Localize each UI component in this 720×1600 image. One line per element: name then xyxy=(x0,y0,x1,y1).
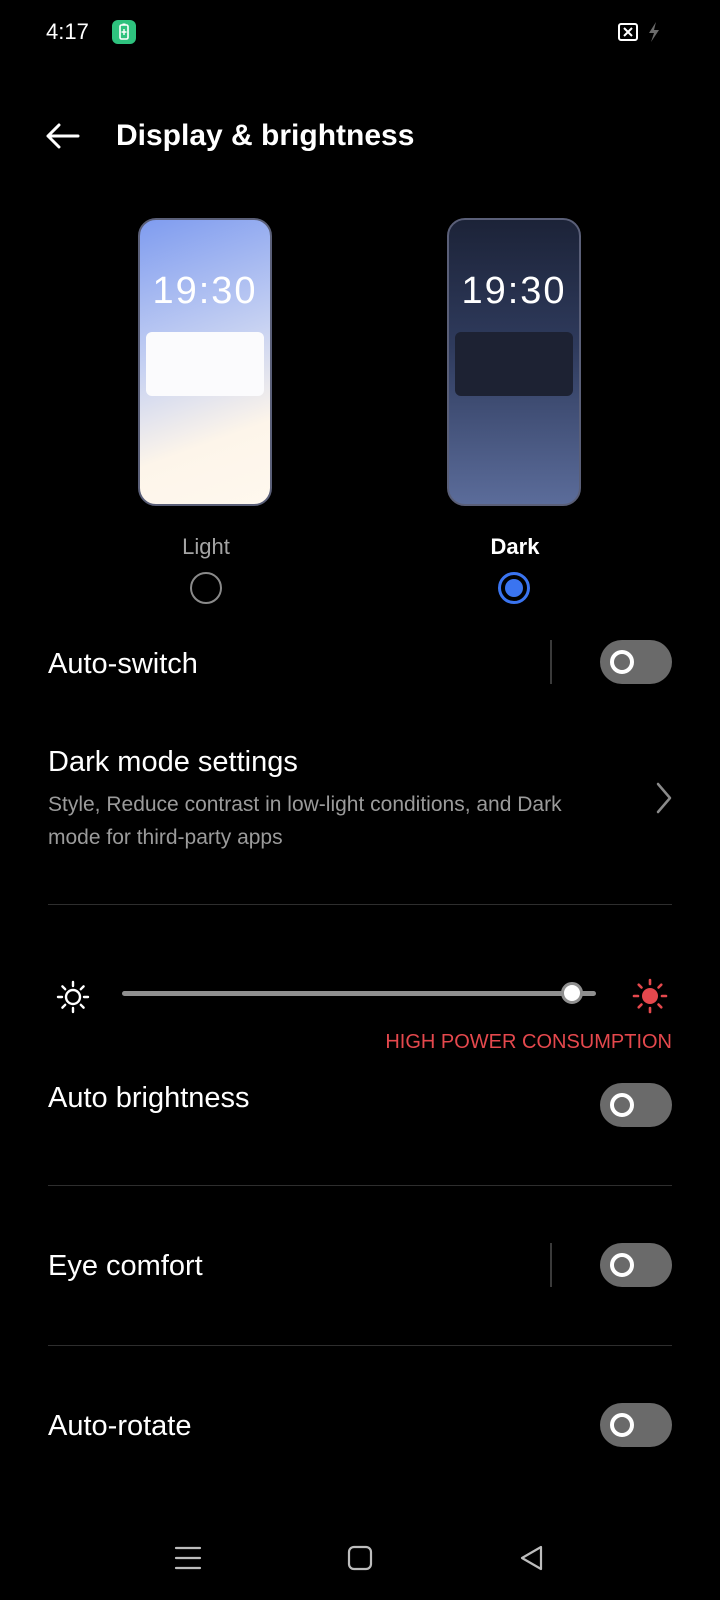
status-right-icons xyxy=(616,20,666,44)
eye-comfort-divider xyxy=(550,1243,552,1287)
section-divider xyxy=(48,1185,672,1186)
brightness-low-icon xyxy=(56,980,90,1014)
auto-switch-label: Auto-switch xyxy=(48,648,198,680)
brightness-slider-thumb[interactable] xyxy=(561,982,584,1004)
back-triangle-icon xyxy=(520,1545,543,1571)
light-preview-clock: 19:30 xyxy=(152,270,258,312)
toggle-knob xyxy=(610,1253,634,1277)
toggle-knob xyxy=(610,650,634,674)
dark-theme-label: Dark xyxy=(490,534,540,559)
chevron-right-icon[interactable] xyxy=(652,780,676,816)
toggle-knob xyxy=(610,1413,634,1437)
section-divider xyxy=(48,1345,672,1346)
menu-button[interactable] xyxy=(166,1536,210,1580)
auto-rotate-toggle[interactable] xyxy=(600,1403,672,1447)
light-theme-preview[interactable]: 19:30 xyxy=(138,218,272,506)
nav-back-button[interactable] xyxy=(510,1536,554,1580)
home-icon xyxy=(347,1545,373,1571)
close-box-icon xyxy=(618,23,638,41)
brightness-slider-track[interactable] xyxy=(122,991,596,996)
brightness-high-icon xyxy=(632,978,668,1014)
auto-switch-divider xyxy=(550,640,552,684)
eye-comfort-toggle[interactable] xyxy=(600,1243,672,1287)
light-preview-card xyxy=(146,332,264,396)
dark-mode-settings-title[interactable]: Dark mode settings xyxy=(48,742,298,782)
auto-rotate-label: Auto-rotate xyxy=(48,1410,192,1442)
toggle-knob xyxy=(610,1093,634,1117)
battery-saver-icon xyxy=(112,20,136,44)
status-time: 4:17 xyxy=(46,19,89,44)
auto-brightness-label: Auto brightness xyxy=(48,1082,250,1114)
power-warning-text: HIGH POWER CONSUMPTION xyxy=(385,1031,672,1053)
dark-preview-card xyxy=(455,332,573,396)
light-theme-label: Light xyxy=(182,534,230,559)
section-divider xyxy=(48,904,672,905)
menu-icon xyxy=(174,1546,202,1570)
dark-mode-settings-subtitle: Style, Reduce contrast in low-light cond… xyxy=(48,793,562,849)
page-title: Display & brightness xyxy=(116,119,415,152)
eye-comfort-label: Eye comfort xyxy=(48,1250,203,1282)
charging-bolt-icon xyxy=(649,22,659,42)
light-theme-radio[interactable] xyxy=(190,572,222,604)
back-arrow-icon xyxy=(46,123,80,149)
back-button[interactable] xyxy=(40,114,84,158)
dark-theme-radio[interactable] xyxy=(498,572,530,604)
radio-selected-dot xyxy=(505,579,523,597)
auto-brightness-toggle[interactable] xyxy=(600,1083,672,1127)
auto-switch-toggle[interactable] xyxy=(600,640,672,684)
dark-preview-clock: 19:30 xyxy=(461,270,567,312)
home-button[interactable] xyxy=(338,1536,382,1580)
dark-theme-preview[interactable]: 19:30 xyxy=(447,218,581,506)
